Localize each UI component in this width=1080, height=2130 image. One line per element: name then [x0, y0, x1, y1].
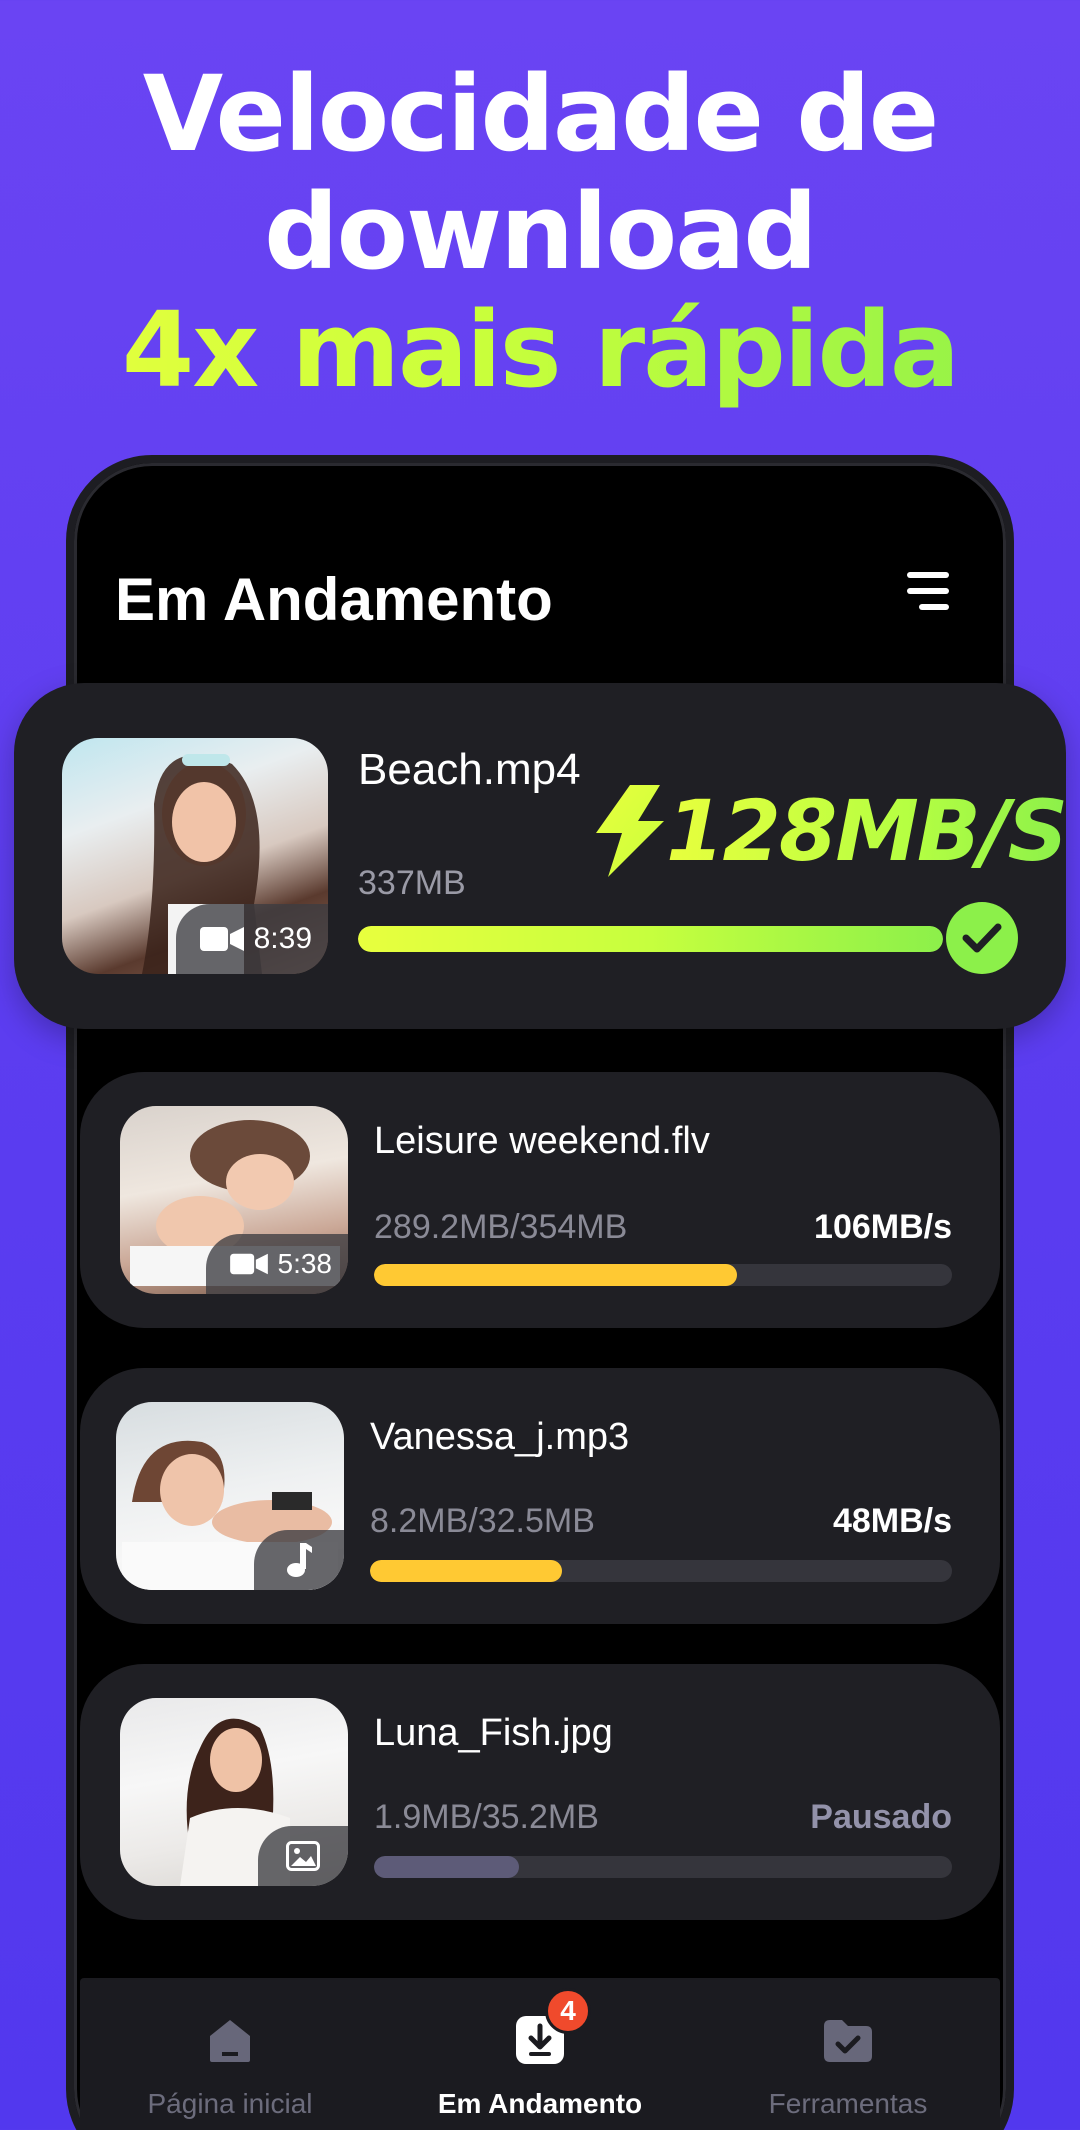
- progress-fill: [370, 1560, 563, 1582]
- nav-tools[interactable]: Ferramentas: [698, 1978, 998, 2130]
- progress-fill: [374, 1264, 737, 1286]
- menu-icon[interactable]: [905, 572, 949, 616]
- featured-progress-fill: [358, 926, 943, 952]
- featured-progress-bar: [358, 926, 943, 952]
- file-name: Leisure weekend.flv: [374, 1120, 710, 1162]
- nav-label: Página inicial: [147, 2088, 313, 2119]
- progress-bar: [374, 1264, 952, 1286]
- headline-line-2: download: [264, 171, 818, 293]
- video-camera-icon: [199, 927, 244, 951]
- folder-check-icon: [824, 2020, 872, 2062]
- item-thumbnail: [116, 1402, 344, 1590]
- progress-text: 8.2MB/32.5MB: [370, 1502, 595, 1540]
- lightning-icon: [596, 785, 664, 877]
- speed-indicator: 128MB/S: [590, 782, 1068, 880]
- progress-bar: [374, 1856, 952, 1878]
- headline-line-1: Velocidade de: [142, 53, 940, 175]
- download-speed: 106MB/s: [814, 1208, 952, 1246]
- nav-label: Em Andamento: [437, 2088, 643, 2119]
- media-type-badge: [254, 1530, 344, 1590]
- video-camera-icon: [229, 1253, 268, 1275]
- page-title: Em Andamento: [115, 566, 553, 633]
- nav-downloads[interactable]: Em Andamento: [390, 1978, 690, 2130]
- file-name: Luna_Fish.jpg: [374, 1712, 613, 1754]
- download-speed: 48MB/s: [832, 1502, 952, 1540]
- duration-label: 5:38: [277, 1248, 333, 1279]
- item-thumbnail: 5:38: [120, 1106, 348, 1294]
- notification-badge: 4: [545, 1988, 591, 2034]
- file-name: Beach.mp4: [358, 745, 581, 794]
- duration-badge: 5:38: [205, 1234, 348, 1294]
- progress-text: 1.9MB/35.2MB: [374, 1798, 599, 1836]
- bottom-navigation: Página inicial Em Andamento Ferramentas: [80, 1978, 1000, 2130]
- file-size: 337MB: [358, 864, 466, 902]
- featured-thumbnail: 8:39: [62, 738, 328, 974]
- promo-headline: Velocidade de download 4x mais rápida: [0, 55, 1080, 409]
- nav-label: Ferramentas: [768, 2088, 928, 2119]
- duration-badge: 8:39: [175, 904, 328, 974]
- item-thumbnail: [120, 1698, 348, 1886]
- media-type-badge: [258, 1826, 348, 1886]
- download-status: Pausado: [810, 1798, 952, 1836]
- speed-value: 128MB/S: [666, 782, 1068, 880]
- complete-badge: [946, 902, 1018, 974]
- image-icon: [286, 1841, 320, 1871]
- check-icon: [962, 923, 1002, 953]
- file-name: Vanessa_j.mp3: [370, 1416, 630, 1458]
- home-icon: [210, 2020, 250, 2062]
- headline-line-3: 4x mais rápida: [0, 291, 1080, 409]
- nav-home[interactable]: Página inicial: [80, 1978, 380, 2130]
- music-note-icon: [287, 1543, 312, 1577]
- progress-text: 289.2MB/354MB: [374, 1208, 628, 1246]
- duration-label: 8:39: [253, 922, 312, 955]
- progress-bar: [370, 1560, 952, 1582]
- progress-fill: [374, 1856, 519, 1878]
